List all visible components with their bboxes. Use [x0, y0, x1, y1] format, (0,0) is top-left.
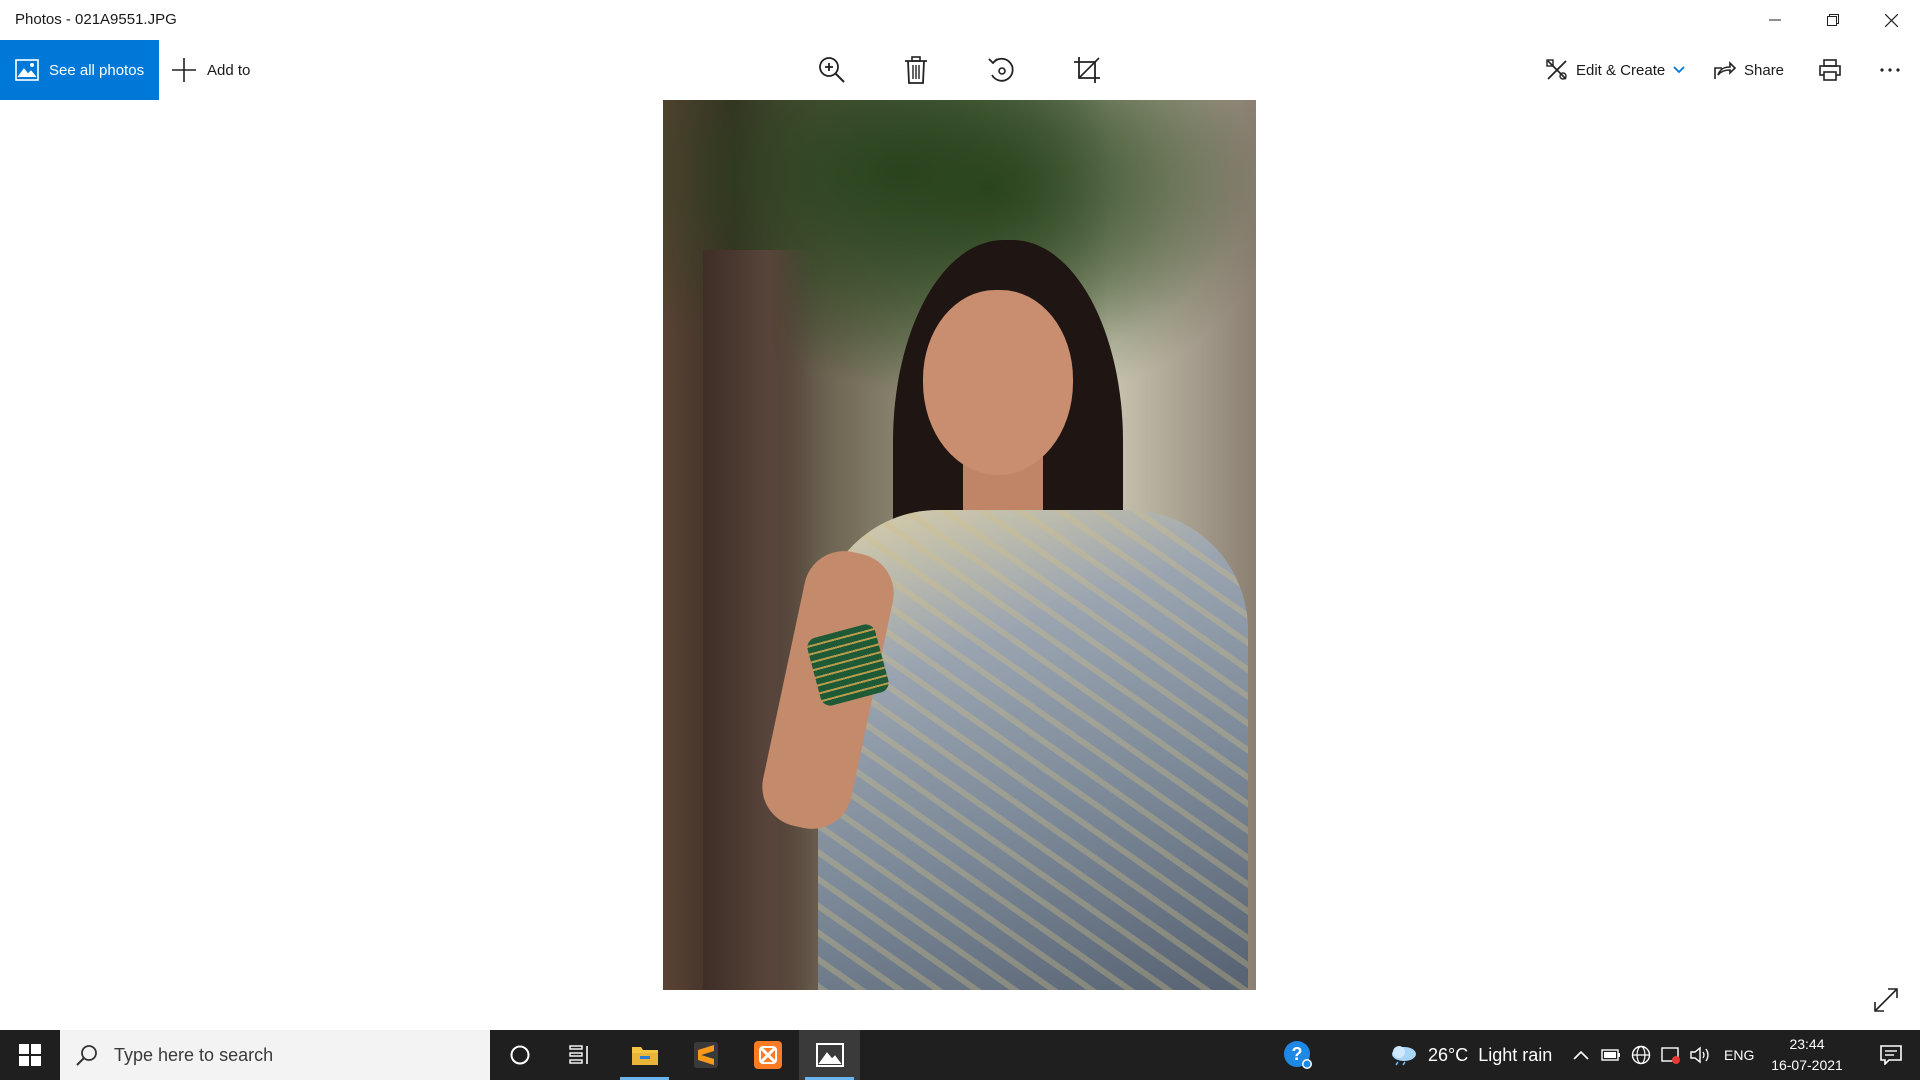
- chevron-up-icon: [1573, 1050, 1589, 1060]
- rotate-icon: [988, 57, 1014, 82]
- fullscreen-button[interactable]: [1866, 980, 1906, 1020]
- expand-icon: [1874, 988, 1898, 1012]
- see-all-photos-label: See all photos: [49, 61, 145, 79]
- task-view-icon: [569, 1045, 588, 1064]
- cloud-rain-icon: [1392, 1046, 1416, 1066]
- share-icon: [1714, 61, 1736, 79]
- rotate-button[interactable]: [977, 40, 1027, 100]
- network-tray-icon-button[interactable]: [1628, 1030, 1654, 1080]
- delete-button[interactable]: [891, 40, 941, 100]
- chevron-down-icon: [1673, 66, 1685, 74]
- battery-icon: [1601, 1049, 1620, 1061]
- window-controls: [1746, 0, 1920, 40]
- zoom-button[interactable]: [807, 40, 857, 100]
- security-icon: [1661, 1047, 1680, 1064]
- minimize-icon: [1769, 19, 1781, 21]
- taskbar-app-file-explorer[interactable]: [614, 1030, 675, 1080]
- search-icon: [76, 1045, 97, 1066]
- add-to-button[interactable]: Add to: [171, 40, 250, 100]
- notification-icon: [1880, 1045, 1902, 1065]
- language-label: ENG: [1724, 1047, 1755, 1063]
- taskbar-app-xampp[interactable]: [737, 1030, 798, 1080]
- show-hidden-icons-button[interactable]: [1568, 1030, 1594, 1080]
- taskbar-app-photos[interactable]: [799, 1030, 860, 1080]
- edit-create-button[interactable]: Edit & Create: [1546, 40, 1685, 100]
- taskbar-search-box[interactable]: Type here to search: [60, 1030, 490, 1080]
- weather-temperature: 26°C: [1428, 1044, 1469, 1065]
- cortana-icon: [510, 1045, 530, 1065]
- clock-date: 16-07-2021: [1771, 1057, 1843, 1073]
- taskbar-app-sublime-text[interactable]: [675, 1030, 736, 1080]
- speaker-icon: [1690, 1046, 1709, 1064]
- title-bar: Photos - 021A9551.JPG: [0, 0, 1920, 40]
- clock-time: 23:44: [1789, 1036, 1825, 1052]
- minimize-button[interactable]: [1746, 0, 1804, 40]
- print-button[interactable]: [1805, 40, 1855, 100]
- battery-tray-icon-button[interactable]: [1598, 1030, 1624, 1080]
- file-explorer-icon: [631, 1047, 658, 1065]
- cortana-button[interactable]: [490, 1030, 550, 1080]
- photos-app-icon: [815, 1043, 844, 1067]
- close-icon: [1884, 13, 1898, 27]
- security-tray-icon-button[interactable]: [1658, 1030, 1684, 1080]
- restore-icon: [1827, 14, 1839, 26]
- share-button[interactable]: Share: [1714, 40, 1784, 100]
- help-icon: ?: [1284, 1041, 1312, 1069]
- share-label: Share: [1744, 61, 1785, 79]
- task-view-button[interactable]: [550, 1030, 610, 1080]
- plus-icon: [172, 58, 196, 82]
- photos-icon: [15, 59, 39, 81]
- edit-create-icon: [1546, 59, 1567, 80]
- delete-icon: [905, 56, 927, 84]
- volume-tray-icon-button[interactable]: [1688, 1030, 1714, 1080]
- photo-face: [923, 290, 1073, 475]
- weather-condition: Light rain: [1478, 1044, 1553, 1065]
- taskbar: Type here to search ? 26°C Light rain EN…: [0, 1030, 1920, 1080]
- photo-viewer-image[interactable]: [663, 100, 1256, 990]
- input-language-indicator[interactable]: ENG: [1724, 1030, 1754, 1080]
- search-placeholder: Type here to search: [114, 1044, 274, 1065]
- start-button[interactable]: [0, 1030, 60, 1080]
- more-button[interactable]: [1865, 40, 1915, 100]
- clock[interactable]: 23:44 16-07-2021: [1762, 1030, 1852, 1080]
- crop-icon: [1074, 57, 1100, 83]
- more-icon: [1880, 68, 1900, 72]
- restore-button[interactable]: [1804, 0, 1862, 40]
- close-button[interactable]: [1862, 0, 1920, 40]
- windows-logo-icon: [19, 1044, 41, 1066]
- zoom-in-icon: [819, 57, 845, 83]
- globe-icon: [1631, 1045, 1651, 1065]
- photos-toolbar: See all photos Add to Edit & Create Shar…: [0, 40, 1920, 100]
- add-to-label: Add to: [207, 61, 251, 79]
- print-icon: [1819, 59, 1841, 81]
- svg-text:?: ?: [1292, 1044, 1303, 1064]
- crop-button[interactable]: [1062, 40, 1112, 100]
- help-button[interactable]: ?: [1268, 1030, 1328, 1080]
- sublime-text-icon: [693, 1042, 718, 1068]
- see-all-photos-button[interactable]: See all photos: [0, 40, 159, 100]
- window-title: Photos - 021A9551.JPG: [15, 11, 177, 28]
- weather-widget[interactable]: 26°C Light rain: [1390, 1030, 1552, 1080]
- xampp-icon: [753, 1041, 782, 1069]
- action-center-button[interactable]: [1862, 1030, 1920, 1080]
- edit-create-label: Edit & Create: [1576, 61, 1666, 79]
